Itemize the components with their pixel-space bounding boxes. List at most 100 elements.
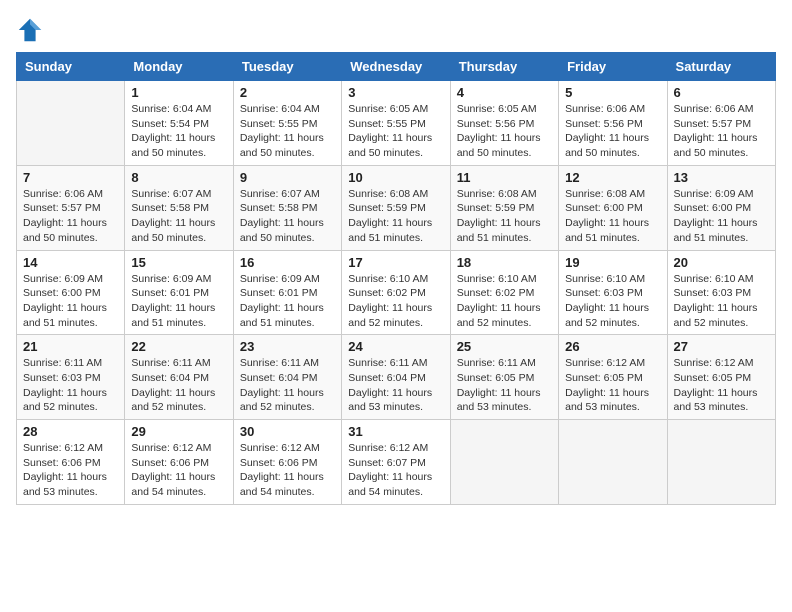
- day-info: Sunrise: 6:04 AM Sunset: 5:54 PM Dayligh…: [131, 102, 226, 161]
- calendar-cell: [450, 420, 558, 505]
- day-info: Sunrise: 6:09 AM Sunset: 6:01 PM Dayligh…: [240, 272, 335, 331]
- day-number: 15: [131, 255, 226, 270]
- day-info: Sunrise: 6:09 AM Sunset: 6:01 PM Dayligh…: [131, 272, 226, 331]
- day-number: 16: [240, 255, 335, 270]
- day-info: Sunrise: 6:12 AM Sunset: 6:07 PM Dayligh…: [348, 441, 443, 500]
- calendar-cell: 1 Sunrise: 6:04 AM Sunset: 5:54 PM Daylig…: [125, 81, 233, 166]
- day-number: 5: [565, 85, 660, 100]
- day-number: 26: [565, 339, 660, 354]
- day-number: 1: [131, 85, 226, 100]
- weekday-header: Monday: [125, 53, 233, 81]
- calendar-cell: 24 Sunrise: 6:11 AM Sunset: 6:04 PM Dayli…: [342, 335, 450, 420]
- calendar-cell: 13 Sunrise: 6:09 AM Sunset: 6:00 PM Dayli…: [667, 165, 775, 250]
- day-number: 19: [565, 255, 660, 270]
- day-number: 30: [240, 424, 335, 439]
- calendar-cell: 9 Sunrise: 6:07 AM Sunset: 5:58 PM Daylig…: [233, 165, 341, 250]
- calendar-cell: 19 Sunrise: 6:10 AM Sunset: 6:03 PM Dayli…: [559, 250, 667, 335]
- calendar-cell: 14Sunrise: 6:09 AM Sunset: 6:00 PM Dayli…: [17, 250, 125, 335]
- day-number: 9: [240, 170, 335, 185]
- calendar-cell: 21Sunrise: 6:11 AM Sunset: 6:03 PM Dayli…: [17, 335, 125, 420]
- logo: [16, 16, 48, 44]
- day-info: Sunrise: 6:10 AM Sunset: 6:02 PM Dayligh…: [348, 272, 443, 331]
- day-number: 2: [240, 85, 335, 100]
- day-info: Sunrise: 6:08 AM Sunset: 5:59 PM Dayligh…: [457, 187, 552, 246]
- day-number: 28: [23, 424, 118, 439]
- day-info: Sunrise: 6:06 AM Sunset: 5:57 PM Dayligh…: [674, 102, 769, 161]
- calendar-cell: 23 Sunrise: 6:11 AM Sunset: 6:04 PM Dayli…: [233, 335, 341, 420]
- calendar-cell: 11 Sunrise: 6:08 AM Sunset: 5:59 PM Dayli…: [450, 165, 558, 250]
- weekday-header: Tuesday: [233, 53, 341, 81]
- day-info: Sunrise: 6:12 AM Sunset: 6:06 PM Dayligh…: [131, 441, 226, 500]
- calendar-cell: 12Sunrise: 6:08 AM Sunset: 6:00 PM Dayli…: [559, 165, 667, 250]
- day-number: 17: [348, 255, 443, 270]
- day-info: Sunrise: 6:09 AM Sunset: 6:00 PM Dayligh…: [674, 187, 769, 246]
- calendar-cell: 4 Sunrise: 6:05 AM Sunset: 5:56 PM Daylig…: [450, 81, 558, 166]
- day-info: Sunrise: 6:04 AM Sunset: 5:55 PM Dayligh…: [240, 102, 335, 161]
- day-info: Sunrise: 6:12 AM Sunset: 6:05 PM Dayligh…: [674, 356, 769, 415]
- day-info: Sunrise: 6:10 AM Sunset: 6:03 PM Dayligh…: [565, 272, 660, 331]
- day-number: 3: [348, 85, 443, 100]
- day-number: 13: [674, 170, 769, 185]
- day-number: 25: [457, 339, 552, 354]
- calendar-cell: [17, 81, 125, 166]
- day-number: 31: [348, 424, 443, 439]
- day-number: 24: [348, 339, 443, 354]
- day-info: Sunrise: 6:11 AM Sunset: 6:04 PM Dayligh…: [348, 356, 443, 415]
- calendar-week-row: 28 Sunrise: 6:12 AM Sunset: 6:06 PM Dayli…: [17, 420, 776, 505]
- calendar-week-row: 1 Sunrise: 6:04 AM Sunset: 5:54 PM Daylig…: [17, 81, 776, 166]
- day-number: 4: [457, 85, 552, 100]
- calendar-cell: 28 Sunrise: 6:12 AM Sunset: 6:06 PM Dayli…: [17, 420, 125, 505]
- calendar-cell: 15 Sunrise: 6:09 AM Sunset: 6:01 PM Dayli…: [125, 250, 233, 335]
- day-info: Sunrise: 6:10 AM Sunset: 6:03 PM Dayligh…: [674, 272, 769, 331]
- calendar-cell: 29 Sunrise: 6:12 AM Sunset: 6:06 PM Dayli…: [125, 420, 233, 505]
- day-number: 8: [131, 170, 226, 185]
- day-info: Sunrise: 6:11 AM Sunset: 6:04 PM Dayligh…: [131, 356, 226, 415]
- day-number: 20: [674, 255, 769, 270]
- calendar-cell: 17 Sunrise: 6:10 AM Sunset: 6:02 PM Dayli…: [342, 250, 450, 335]
- calendar-cell: 26Sunrise: 6:12 AM Sunset: 6:05 PM Dayli…: [559, 335, 667, 420]
- day-info: Sunrise: 6:09 AM Sunset: 6:00 PM Dayligh…: [23, 272, 118, 331]
- calendar-cell: 22 Sunrise: 6:11 AM Sunset: 6:04 PM Dayli…: [125, 335, 233, 420]
- day-number: 12: [565, 170, 660, 185]
- day-info: Sunrise: 6:05 AM Sunset: 5:56 PM Dayligh…: [457, 102, 552, 161]
- calendar-cell: 5 Sunrise: 6:06 AM Sunset: 5:56 PM Daylig…: [559, 81, 667, 166]
- calendar-cell: 2 Sunrise: 6:04 AM Sunset: 5:55 PM Daylig…: [233, 81, 341, 166]
- calendar-cell: 3 Sunrise: 6:05 AM Sunset: 5:55 PM Daylig…: [342, 81, 450, 166]
- page-header: [16, 16, 776, 44]
- weekday-header: Wednesday: [342, 53, 450, 81]
- day-info: Sunrise: 6:08 AM Sunset: 5:59 PM Dayligh…: [348, 187, 443, 246]
- calendar-cell: 31 Sunrise: 6:12 AM Sunset: 6:07 PM Dayli…: [342, 420, 450, 505]
- weekday-header: Saturday: [667, 53, 775, 81]
- day-info: Sunrise: 6:07 AM Sunset: 5:58 PM Dayligh…: [131, 187, 226, 246]
- calendar-table: SundayMondayTuesdayWednesdayThursdayFrid…: [16, 52, 776, 505]
- day-number: 11: [457, 170, 552, 185]
- day-info: Sunrise: 6:12 AM Sunset: 6:06 PM Dayligh…: [240, 441, 335, 500]
- day-number: 7: [23, 170, 118, 185]
- weekday-header-row: SundayMondayTuesdayWednesdayThursdayFrid…: [17, 53, 776, 81]
- calendar-cell: 16 Sunrise: 6:09 AM Sunset: 6:01 PM Dayli…: [233, 250, 341, 335]
- day-info: Sunrise: 6:07 AM Sunset: 5:58 PM Dayligh…: [240, 187, 335, 246]
- calendar-cell: [667, 420, 775, 505]
- day-number: 29: [131, 424, 226, 439]
- logo-icon: [16, 16, 44, 44]
- day-number: 22: [131, 339, 226, 354]
- day-info: Sunrise: 6:11 AM Sunset: 6:05 PM Dayligh…: [457, 356, 552, 415]
- day-number: 23: [240, 339, 335, 354]
- day-info: Sunrise: 6:11 AM Sunset: 6:04 PM Dayligh…: [240, 356, 335, 415]
- calendar-cell: 27Sunrise: 6:12 AM Sunset: 6:05 PM Dayli…: [667, 335, 775, 420]
- day-info: Sunrise: 6:11 AM Sunset: 6:03 PM Dayligh…: [23, 356, 118, 415]
- day-number: 6: [674, 85, 769, 100]
- calendar-week-row: 14Sunrise: 6:09 AM Sunset: 6:00 PM Dayli…: [17, 250, 776, 335]
- calendar-week-row: 7 Sunrise: 6:06 AM Sunset: 5:57 PM Daylig…: [17, 165, 776, 250]
- day-info: Sunrise: 6:06 AM Sunset: 5:56 PM Dayligh…: [565, 102, 660, 161]
- day-info: Sunrise: 6:12 AM Sunset: 6:06 PM Dayligh…: [23, 441, 118, 500]
- calendar-cell: [559, 420, 667, 505]
- day-info: Sunrise: 6:06 AM Sunset: 5:57 PM Dayligh…: [23, 187, 118, 246]
- calendar-cell: 8 Sunrise: 6:07 AM Sunset: 5:58 PM Daylig…: [125, 165, 233, 250]
- day-number: 10: [348, 170, 443, 185]
- weekday-header: Thursday: [450, 53, 558, 81]
- calendar-week-row: 21Sunrise: 6:11 AM Sunset: 6:03 PM Dayli…: [17, 335, 776, 420]
- weekday-header: Sunday: [17, 53, 125, 81]
- day-info: Sunrise: 6:05 AM Sunset: 5:55 PM Dayligh…: [348, 102, 443, 161]
- calendar-cell: 7 Sunrise: 6:06 AM Sunset: 5:57 PM Daylig…: [17, 165, 125, 250]
